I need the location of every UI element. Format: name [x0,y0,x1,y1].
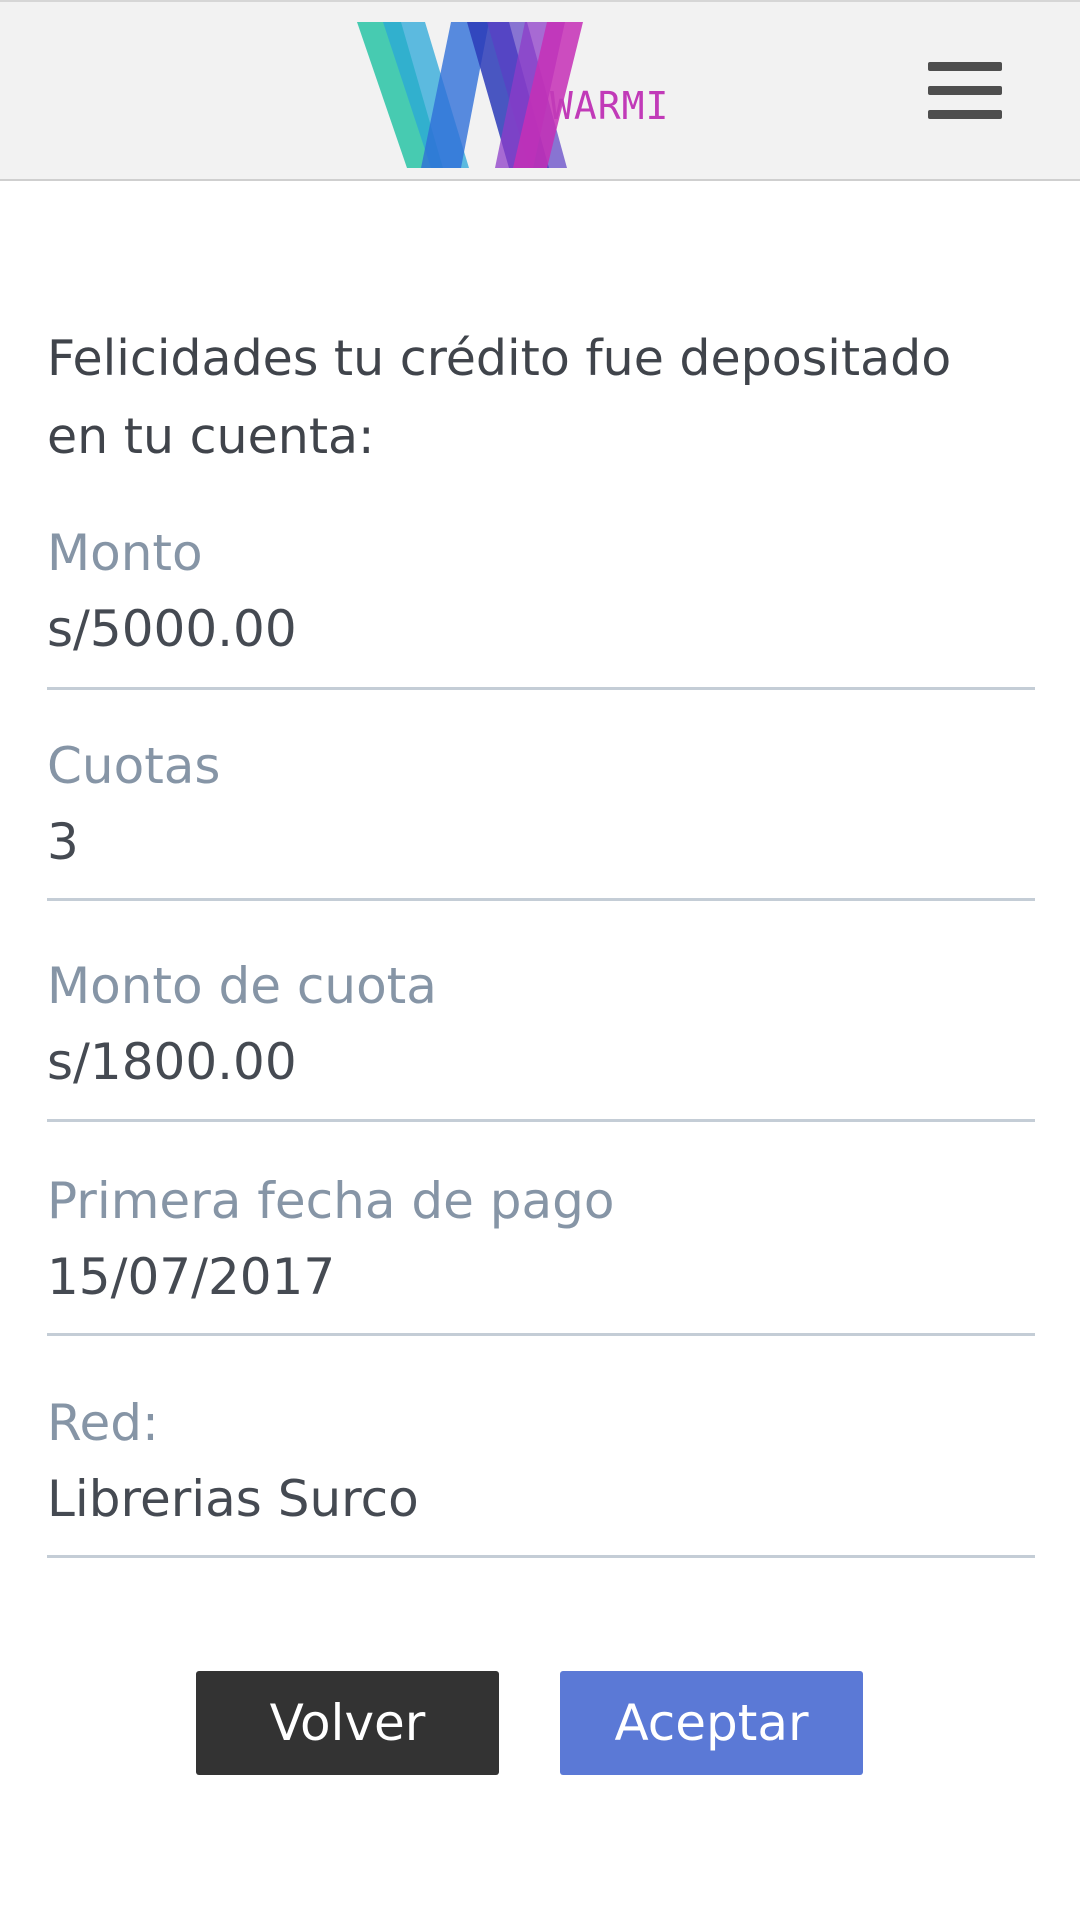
field-label: Red: [47,1394,159,1452]
logo-wordmark: WARMI [550,84,670,128]
field-red: Red: Librerias Surco [47,1392,1035,1558]
menu-bar-middle [928,86,1002,95]
field-monto-de-cuota: Monto de cuota s/1800.00 [47,955,1035,1122]
field-cuotas: Cuotas 3 [47,735,1035,901]
field-monto: Monto s/5000.00 [47,522,1035,690]
accept-button[interactable]: Aceptar [560,1671,863,1775]
field-primera-fecha-de-pago: Primera fecha de pago 15/07/2017 [47,1170,1035,1336]
back-button[interactable]: Volver [196,1671,499,1775]
field-label: Primera fecha de pago [47,1172,615,1230]
field-value: s/5000.00 [47,600,297,658]
field-label: Monto de cuota [47,957,437,1015]
success-message: Felicidades tu crédito fue depositado en… [47,330,952,465]
field-value: 3 [47,813,79,871]
field-label: Cuotas [47,737,221,795]
menu-bar-bottom [928,110,1002,119]
field-value: Librerias Surco [47,1470,419,1528]
menu-bar-top [928,62,1002,71]
field-label: Monto [47,524,203,582]
hamburger-menu-icon[interactable] [926,58,1004,124]
field-value: s/1800.00 [47,1033,297,1091]
field-value: 15/07/2017 [47,1248,336,1306]
app-header: WARMI [0,0,1080,181]
